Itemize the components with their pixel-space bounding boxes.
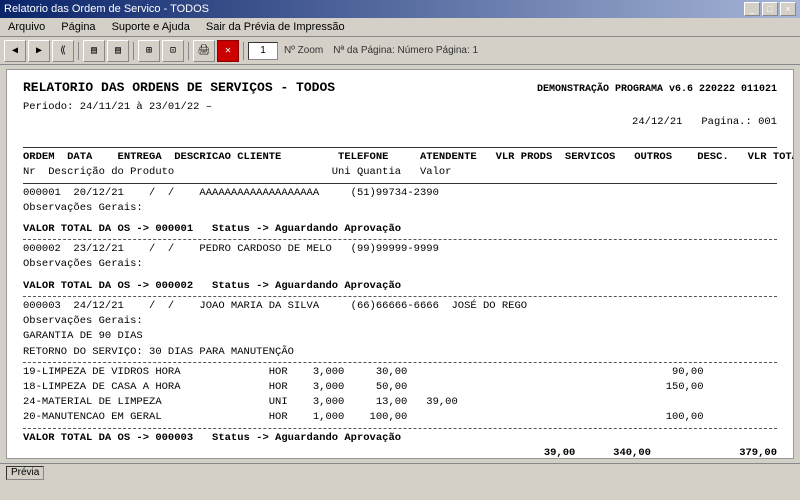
menu-suporte[interactable]: Suporte e Ajuda bbox=[108, 20, 194, 34]
order-1-header: 000001 20/12/21 / / AAAAAAAAAAAAAAAAAAA … bbox=[23, 186, 777, 201]
order2-divider bbox=[23, 296, 777, 297]
toolbar: ◀ ▶ ⟪ ▤ ▤ ⊞ ⊡ 🖨 ✕ 1 Nº Zoom Nª da Página… bbox=[0, 37, 800, 65]
toolbar-sep1 bbox=[78, 42, 79, 60]
order-3-item-3: 24-MATERIAL DE LIMPEZA UNI 3,000 13,00 3… bbox=[23, 395, 777, 410]
toolbar-sep3 bbox=[188, 42, 189, 60]
window-controls[interactable]: _ □ × bbox=[744, 2, 796, 16]
maximize-button[interactable]: □ bbox=[762, 2, 778, 16]
order-3-header: 000003 24/12/21 / / JOAO MARIA DA SILVA … bbox=[23, 299, 777, 314]
statusbar: Prévia bbox=[0, 463, 800, 481]
order-3-item-4: 20-MANUTENCAO EM GERAL HOR 1,000 100,00 … bbox=[23, 410, 777, 425]
close-button[interactable]: × bbox=[780, 2, 796, 16]
report-title: RELATORIO DAS ORDENS DE SERVIÇOS - TODOS bbox=[23, 80, 335, 95]
toolbar-btn2[interactable]: ▤ bbox=[107, 40, 129, 62]
toolbar-home-button[interactable]: ⟪ bbox=[52, 40, 74, 62]
window-title: Relatorio das Ordem de Servico - TODOS bbox=[4, 3, 209, 15]
period-label: Periodo: 24/11/21 à 23/01/22 – bbox=[23, 100, 212, 146]
toolbar-sep4 bbox=[243, 42, 244, 60]
order-3-obs3: RETORNO DO SERVIÇO: 30 DIAS PARA MANUTEN… bbox=[23, 345, 777, 360]
demo-label: DEMONSTRAÇÃO PROGRAMA v6.6 220222 011021 bbox=[537, 83, 777, 98]
order-1-obs: Observações Gerais: bbox=[23, 201, 777, 216]
order3-total-divider bbox=[23, 428, 777, 429]
order-1-total: VALOR TOTAL DA OS -> 000001 Status -> Ag… bbox=[23, 222, 777, 237]
header-divider bbox=[23, 147, 777, 148]
order-2-header: 000002 23/12/21 / / PEDRO CARDOSO DE MEL… bbox=[23, 242, 777, 257]
menu-arquivo[interactable]: Arquivo bbox=[4, 20, 49, 34]
menu-sair[interactable]: Sair da Prévia de Impressão bbox=[202, 20, 349, 34]
zoom-label: Nº Zoom bbox=[284, 45, 323, 56]
order-3-total-label: VALOR TOTAL DA OS -> 000003 Status -> Ag… bbox=[23, 431, 401, 459]
toolbar-forward-button[interactable]: ▶ bbox=[28, 40, 50, 62]
statusbar-label: Prévia bbox=[6, 466, 44, 480]
order-2-total: VALOR TOTAL DA OS -> 000002 Status -> Ag… bbox=[23, 279, 777, 294]
order-3-obs2: GARANTIA DE 90 DIAS bbox=[23, 329, 777, 344]
toolbar-btn4[interactable]: ⊡ bbox=[162, 40, 184, 62]
toolbar-close-button[interactable]: ✕ bbox=[217, 40, 239, 62]
page-label: Nª da Página: Número Página: 1 bbox=[333, 45, 478, 56]
order-3-item-1: 19-LIMPEZA DE VIDROS HORA HOR 3,000 30,0… bbox=[23, 365, 777, 380]
col-headers: ORDEM DATA ENTREGA DESCRICAO CLIENTE TEL… bbox=[23, 150, 777, 165]
order-3-obs: Observações Gerais: bbox=[23, 314, 777, 329]
toolbar-btn1[interactable]: ▤ bbox=[83, 40, 105, 62]
toolbar-back-button[interactable]: ◀ bbox=[4, 40, 26, 62]
menu-pagina[interactable]: Página bbox=[57, 20, 99, 34]
toolbar-sep2 bbox=[133, 42, 134, 60]
order-2-obs: Observações Gerais: bbox=[23, 257, 777, 272]
col-divider bbox=[23, 183, 777, 184]
minimize-button[interactable]: _ bbox=[744, 2, 760, 16]
menubar: Arquivo Página Suporte e Ajuda Sair da P… bbox=[0, 18, 800, 37]
order1-divider bbox=[23, 239, 777, 240]
toolbar-btn3[interactable]: ⊞ bbox=[138, 40, 160, 62]
order3-items-divider bbox=[23, 362, 777, 363]
col-sub: Nr Descrição do Produto Uni Quantia Valo… bbox=[23, 165, 777, 180]
window: Relatorio das Ordem de Servico - TODOS _… bbox=[0, 0, 800, 481]
order-3-item-2: 18-LIMPEZA DE CASA A HORA HOR 3,000 50,0… bbox=[23, 380, 777, 395]
toolbar-print-button[interactable]: 🖨 bbox=[193, 40, 215, 62]
titlebar: Relatorio das Ordem de Servico - TODOS _… bbox=[0, 0, 800, 18]
date-right: 24/12/21 Pagina.: 001 bbox=[582, 100, 777, 146]
page-number-input[interactable]: 1 bbox=[248, 42, 278, 60]
report-area: RELATORIO DAS ORDENS DE SERVIÇOS - TODOS… bbox=[6, 69, 794, 459]
order-3-total-values: 39,00 340,00 379,00 bbox=[493, 431, 777, 459]
